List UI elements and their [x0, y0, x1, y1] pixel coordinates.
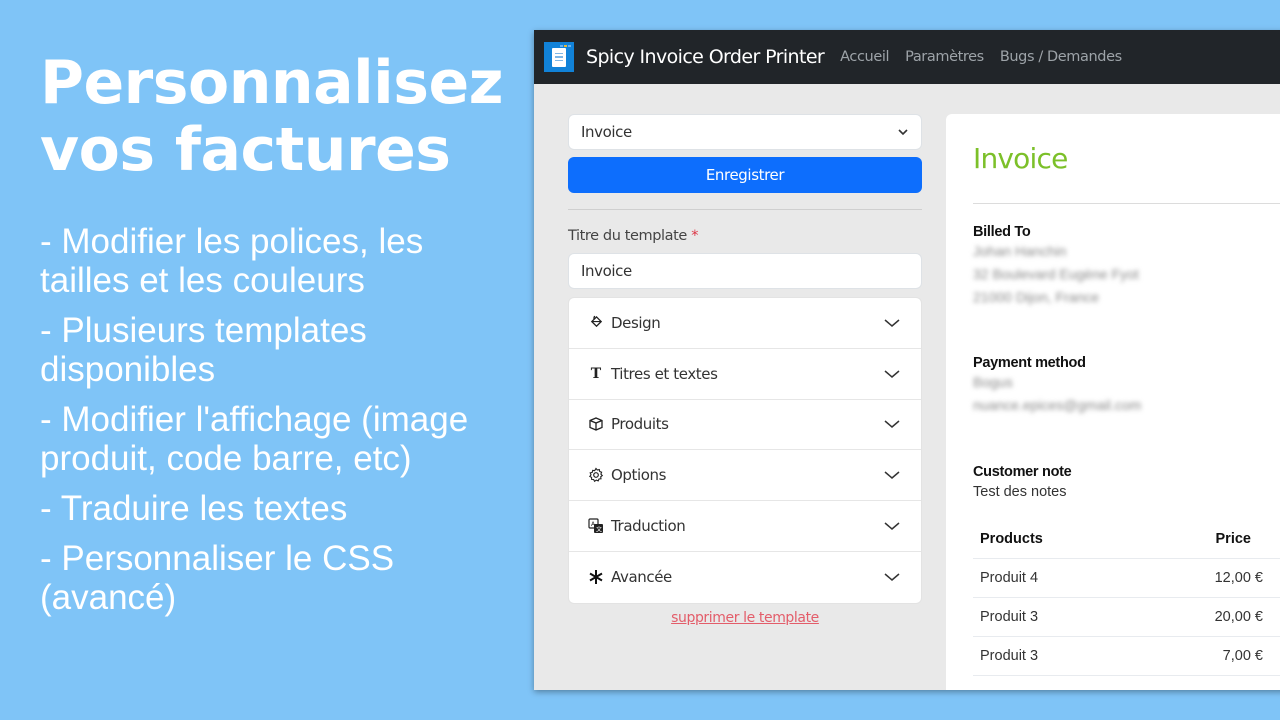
- payment-section: Payment method Bogus nuance.epices@gmail…: [973, 355, 1141, 417]
- template-title-input[interactable]: Invoice: [568, 253, 922, 289]
- type-icon: T: [590, 365, 602, 382]
- billed-to-section: Billed To Johan Hanchin 32 Boulevard Eug…: [973, 224, 1139, 309]
- accordion-traduction[interactable]: A文 Traduction: [569, 501, 921, 552]
- divider: [973, 203, 1280, 204]
- table-row: Produit 4 12,00 €: [973, 559, 1280, 598]
- app-window: Spicy Invoice Order Printer Accueil Para…: [534, 30, 1280, 690]
- promo-title: Personnalisez vos factures: [40, 50, 520, 184]
- payment-heading: Payment method: [973, 355, 1086, 371]
- accordion-options[interactable]: Options: [569, 450, 921, 502]
- chevron-down-icon: [884, 522, 900, 531]
- product-price: 12,00 €: [1214, 570, 1263, 586]
- required-mark: *: [691, 228, 699, 244]
- billed-to-line: 21000 Dijon, France: [973, 289, 1100, 305]
- navbar: Spicy Invoice Order Printer Accueil Para…: [534, 30, 1280, 84]
- promo-panel: Personnalisez vos factures - Modifier le…: [40, 50, 520, 628]
- feature-item: - Plusieurs templates disponibles: [40, 311, 367, 389]
- table-row: Produit 3 20,00 €: [973, 598, 1280, 637]
- chevron-down-icon: [884, 573, 900, 582]
- label-text: Titre du template: [568, 228, 687, 244]
- accordion-label: Traduction: [611, 517, 686, 536]
- feature-item: - Traduire les textes: [40, 489, 348, 528]
- promo-title-line: vos factures: [40, 115, 451, 185]
- settings-accordion: Design T Titres et textes Produits Optio…: [568, 297, 922, 604]
- accordion-label: Titres et textes: [611, 364, 718, 383]
- customer-note-text: Test des notes: [973, 484, 1067, 500]
- product-price: 20,00 €: [1214, 609, 1263, 625]
- accordion-titres-textes[interactable]: T Titres et textes: [569, 349, 921, 400]
- translate-icon: A文: [587, 517, 605, 535]
- invoice-title: Invoice: [973, 142, 1068, 175]
- feature-item: - Modifier l'affichage (image produit, c…: [40, 400, 469, 478]
- nav-link-accueil[interactable]: Accueil: [840, 49, 889, 65]
- invoice-preview: Invoice Billed To Johan Hanchin 32 Boule…: [946, 114, 1280, 690]
- nav-link-bugs[interactable]: Bugs / Demandes: [1000, 49, 1122, 65]
- chevron-down-icon: [884, 370, 900, 378]
- payment-line: Bogus: [973, 374, 1013, 390]
- nav-link-parametres[interactable]: Paramètres: [905, 49, 984, 65]
- customer-note-heading: Customer note: [973, 464, 1072, 480]
- divider: [568, 209, 922, 210]
- promo-title-line: Personnalisez: [40, 48, 504, 118]
- product-name: Produit 3: [980, 609, 1039, 625]
- delete-template-link[interactable]: supprimer le template: [568, 610, 922, 626]
- template-title-value: Invoice: [581, 262, 632, 280]
- accordion-design[interactable]: Design: [569, 298, 921, 349]
- svg-text:文: 文: [596, 526, 602, 534]
- payment-line: nuance.epices@gmail.com: [973, 397, 1142, 413]
- billed-to-line: 32 Boulevard Eugène Fyot: [973, 266, 1139, 282]
- save-button[interactable]: Enregistrer: [568, 157, 922, 193]
- receipt-icon[interactable]: [544, 42, 574, 72]
- products-table: Products Price Produit 4 12,00 € Produit…: [973, 520, 1280, 676]
- billed-to-line: Johan Hanchin: [973, 243, 1067, 259]
- column-header: Price: [1215, 531, 1251, 547]
- feature-item: - Personnaliser le CSS (avancé): [40, 539, 395, 617]
- product-name: Produit 4: [980, 570, 1039, 586]
- template-title-label: Titre du template *: [568, 228, 922, 244]
- chevron-down-icon: [884, 319, 900, 327]
- paint-bucket-icon: [587, 314, 605, 332]
- chevron-down-icon: [884, 471, 900, 480]
- table-row: Produit 3 7,00 €: [973, 637, 1280, 676]
- accordion-avancee[interactable]: Avancée: [569, 552, 921, 603]
- feature-item: - Modifier les polices, les tailles et l…: [40, 222, 424, 300]
- customer-note-section: Customer note Test des notes: [973, 464, 1072, 500]
- gear-icon: [587, 466, 605, 484]
- accordion-label: Design: [611, 313, 661, 332]
- chevron-down-icon: [884, 420, 900, 429]
- column-header: Products: [980, 531, 1043, 547]
- product-name: Produit 3: [980, 648, 1039, 664]
- template-select-value: Invoice: [581, 123, 632, 141]
- accordion-label: Produits: [611, 415, 669, 434]
- accordion-label: Options: [611, 466, 667, 485]
- template-form: Invoice Enregistrer Titre du template * …: [568, 114, 922, 626]
- app-brand[interactable]: Spicy Invoice Order Printer: [586, 46, 825, 68]
- box-icon: [587, 415, 605, 433]
- billed-to-heading: Billed To: [973, 224, 1031, 240]
- table-header-row: Products Price: [973, 520, 1280, 559]
- feature-list: - Modifier les polices, les tailles et l…: [40, 222, 520, 617]
- accordion-produits[interactable]: Produits: [569, 400, 921, 451]
- asterisk-icon: [587, 568, 605, 586]
- nav-links: Accueil Paramètres Bugs / Demandes: [840, 49, 1138, 65]
- chevron-down-icon: [898, 129, 908, 136]
- accordion-label: Avancée: [611, 568, 672, 587]
- product-price: 7,00 €: [1222, 648, 1263, 664]
- template-select[interactable]: Invoice: [568, 114, 922, 150]
